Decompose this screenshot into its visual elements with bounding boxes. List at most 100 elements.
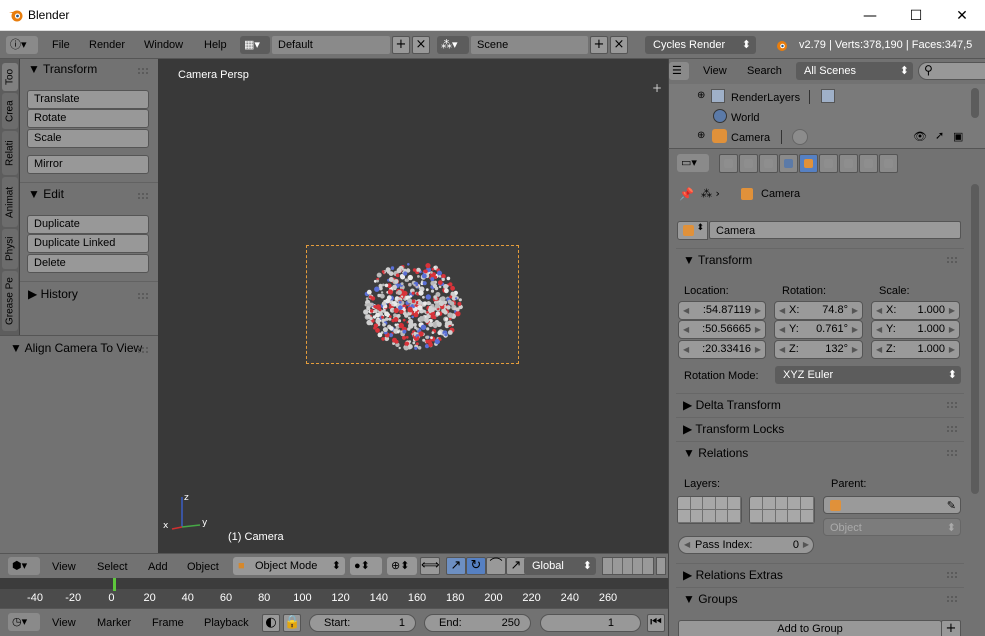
properties-scrollbar[interactable]	[971, 184, 979, 494]
translate-button[interactable]: Translate	[27, 90, 149, 109]
object-name-field[interactable]: Camera	[709, 221, 961, 239]
outliner-item-world[interactable]: World	[669, 108, 969, 128]
location-z-field[interactable]: ◀:20.33416 ▶	[678, 340, 766, 359]
history-panel-header[interactable]: ▶ History	[28, 287, 78, 301]
object-datablock-icon[interactable]: ⬍	[677, 221, 708, 240]
outliner-item-camera[interactable]: ⊕ Camera 👁 ➚ ▣	[669, 128, 969, 148]
scene-field[interactable]: Scene	[471, 36, 588, 54]
constraints-tab-icon[interactable]	[819, 154, 838, 173]
panel-grip-icon[interactable]	[138, 68, 148, 74]
add-group-button[interactable]: +	[941, 620, 961, 636]
manipulator-toggle-icon[interactable]: ⟺	[420, 557, 440, 575]
modifiers-tab-icon[interactable]	[839, 154, 858, 173]
menu-render[interactable]: Render	[89, 39, 125, 51]
groups-panel-header[interactable]: ▼ Groups	[676, 587, 964, 610]
outliner-search-input[interactable]: ⚲	[918, 62, 985, 80]
menu-window[interactable]: Window	[144, 39, 183, 51]
use-preview-range-icon[interactable]: ◐	[262, 614, 280, 632]
menu-view[interactable]: View	[52, 561, 76, 573]
remove-scene-button[interactable]: ×	[610, 36, 628, 54]
tab-relations[interactable]: Relati	[2, 131, 18, 175]
rotation-z-field[interactable]: ◀ Z: 132° ▶	[774, 340, 863, 359]
render-layers-tab-icon[interactable]	[739, 154, 758, 173]
layers-grid-left[interactable]	[677, 496, 742, 524]
menu-playback[interactable]: Playback	[204, 617, 249, 629]
duplicate-linked-button[interactable]: Duplicate Linked	[27, 234, 149, 253]
location-x-field[interactable]: ◀:54.87119 ▶	[678, 301, 766, 320]
menu-select[interactable]: Select	[97, 561, 128, 573]
add-to-group-button[interactable]: Add to Group	[678, 620, 942, 636]
location-y-field[interactable]: ◀:50.56665 ▶	[678, 320, 766, 339]
layer-buttons[interactable]	[602, 557, 654, 575]
outliner-item-renderlayers[interactable]: ⊕ RenderLayers	[669, 88, 969, 108]
parent-type-dropdown[interactable]: Object ⬍	[823, 518, 961, 536]
rotate-button[interactable]: Rotate	[27, 109, 149, 128]
render-tab-icon[interactable]	[719, 154, 738, 173]
start-frame-field[interactable]: Start: 1	[309, 614, 416, 632]
editor-type-info-icon[interactable]: ⓘ▾	[6, 36, 38, 54]
panel-grip-icon[interactable]	[947, 426, 957, 432]
translate-manipulator-icon[interactable]: ↗	[446, 557, 466, 575]
panel-grip-icon[interactable]	[947, 450, 957, 456]
editor-type-3d-icon[interactable]: ⬢▾	[8, 557, 40, 575]
panel-grip-icon[interactable]	[947, 402, 957, 408]
panel-grip-icon[interactable]	[138, 293, 148, 299]
duplicate-button[interactable]: Duplicate	[27, 215, 149, 234]
scene-tab-icon[interactable]	[759, 154, 778, 173]
menu-help[interactable]: Help	[204, 39, 227, 51]
pin-icon[interactable]: 📌	[679, 187, 694, 201]
jump-to-start-icon[interactable]: ⏮	[647, 614, 665, 632]
menu-object[interactable]: Object	[187, 561, 219, 573]
visibility-eye-icon[interactable]: 👁	[913, 130, 927, 143]
operator-panel-header[interactable]: ▼ Align Camera To View	[10, 341, 142, 355]
lock-frame-range-icon[interactable]: 🔒	[283, 614, 301, 632]
menu-view[interactable]: View	[52, 617, 76, 629]
properties-toggle-icon[interactable]: +	[652, 81, 662, 95]
menu-search[interactable]: Search	[747, 65, 782, 77]
scale-x-field[interactable]: ◀ X: 1.000 ▶	[871, 301, 960, 320]
screen-layout-field[interactable]: Default	[272, 36, 390, 54]
world-tab-icon[interactable]	[779, 154, 798, 173]
add-screen-button[interactable]: +	[392, 36, 410, 54]
mode-dropdown[interactable]: ■ Object Mode ⬍	[233, 557, 345, 575]
rotation-x-field[interactable]: ◀ X: 74.8° ▶	[774, 301, 863, 320]
mirror-button[interactable]: Mirror	[27, 155, 149, 174]
panel-grip-icon[interactable]	[947, 572, 957, 578]
tab-animation[interactable]: Animat	[2, 177, 18, 227]
menu-add[interactable]: Add	[148, 561, 168, 573]
delete-button[interactable]: Delete	[27, 254, 149, 273]
menu-file[interactable]: File	[52, 39, 70, 51]
scale-z-field[interactable]: ◀ Z: 1.000 ▶	[871, 340, 960, 359]
edit-panel-header[interactable]: ▼ Edit	[28, 187, 64, 201]
scale-manipulator-icon[interactable]: ⌒	[486, 557, 506, 575]
rotate-manipulator-icon[interactable]: ↻	[466, 557, 486, 575]
viewport-shading-dropdown[interactable]: ●⬍	[350, 557, 382, 575]
parent-field[interactable]: ✎	[823, 496, 961, 514]
screen-layout-icon[interactable]: ▦▾	[240, 36, 270, 54]
rotation-mode-dropdown[interactable]: XYZ Euler ⬍	[775, 366, 961, 384]
physics-tab-icon[interactable]	[879, 154, 898, 173]
transform-panel-header[interactable]: ▼ Transform	[28, 62, 97, 76]
pass-index-field[interactable]: ◀ Pass Index: 0 ▶	[678, 536, 814, 554]
render-engine-dropdown[interactable]: Cycles Render ⬍	[645, 36, 756, 54]
editor-type-timeline-icon[interactable]: ◷▾	[8, 613, 40, 631]
menu-view[interactable]: View	[703, 65, 727, 77]
tab-create[interactable]: Crea	[2, 93, 18, 129]
menu-frame[interactable]: Frame	[152, 617, 184, 629]
scale-button[interactable]: Scale	[27, 129, 149, 148]
transform-locks-panel-header[interactable]: ▶ Transform Locks	[676, 417, 964, 440]
object-tab-icon[interactable]	[799, 154, 818, 173]
display-mode-dropdown[interactable]: All Scenes ⬍	[796, 62, 913, 80]
relations-extras-panel-header[interactable]: ▶ Relations Extras	[676, 563, 964, 586]
tab-grease-pencil[interactable]: Grease Pe	[2, 271, 18, 331]
panel-grip-icon[interactable]	[138, 193, 148, 199]
editor-type-outliner-icon[interactable]: ☰	[669, 62, 689, 80]
manipulator-space-icon[interactable]: ↗	[506, 557, 526, 575]
menu-marker[interactable]: Marker	[97, 617, 131, 629]
end-frame-field[interactable]: End: 250	[424, 614, 531, 632]
selectability-cursor-icon[interactable]: ➚	[935, 129, 944, 142]
maximize-button[interactable]: ☐	[893, 0, 939, 31]
add-scene-button[interactable]: +	[590, 36, 608, 54]
layers-grid-right[interactable]	[749, 496, 815, 524]
transform-orientation-dropdown[interactable]: Global ⬍	[524, 557, 596, 575]
